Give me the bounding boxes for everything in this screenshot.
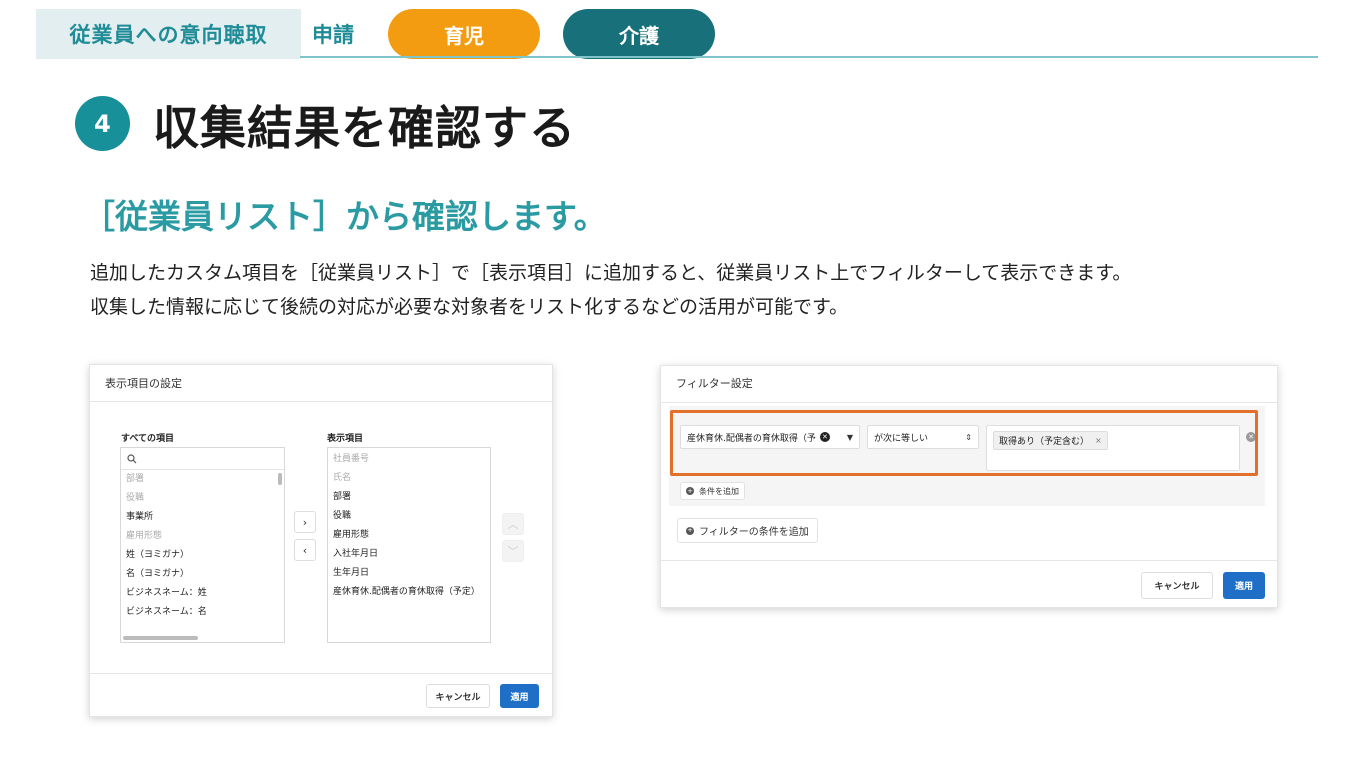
step-number-badge: 4	[75, 96, 130, 151]
all-items-label: すべての項目	[121, 434, 175, 444]
list-item[interactable]: 氏名	[328, 469, 490, 488]
tab-ikuji[interactable]: 育児	[388, 9, 540, 59]
vertical-scrollbar[interactable]	[278, 473, 282, 485]
move-up-button[interactable]: ︿	[502, 513, 524, 535]
plus-icon: +	[686, 486, 694, 495]
step-title: 収集結果を確認する	[153, 101, 576, 155]
header-divider	[300, 56, 1318, 58]
shown-items-list[interactable]: 社員番号 氏名 部署 役職 雇用形態 入社年月日 生年月日 産休育休.配偶者の育…	[327, 447, 491, 643]
all-items-list[interactable]: 部署 役職 事業所 雇用形態 姓（ヨミガナ） 名（ヨミガナ） ビジネスネーム：姓…	[120, 447, 285, 643]
list-item[interactable]: 産休育休.配偶者の育休取得（予定）	[328, 583, 490, 602]
list-item[interactable]: 役職	[121, 489, 284, 508]
dialog-title: フィルター設定	[676, 377, 753, 390]
divider	[90, 401, 552, 402]
cancel-button[interactable]: キャンセル	[1141, 572, 1213, 599]
list-item[interactable]: 名（ヨミガナ）	[121, 565, 284, 584]
list-item[interactable]: 姓（ヨミガナ）	[121, 546, 284, 565]
list-item[interactable]: 部署	[328, 488, 490, 507]
divider	[661, 402, 1277, 403]
body-text-line-1: 追加したカスタム項目を［従業員リスト］で［表示項目］に追加すると、従業員リスト上…	[90, 262, 1132, 284]
section-label: 従業員への意向聴取	[36, 9, 301, 59]
search-icon	[127, 453, 137, 463]
list-item[interactable]: 社員番号	[328, 450, 490, 469]
subheading: ［従業員リスト］から確認します。	[82, 197, 607, 236]
tab-kaigo[interactable]: 介護	[563, 9, 715, 59]
apply-button[interactable]: 適用	[500, 684, 539, 708]
move-down-button[interactable]: ﹀	[502, 540, 524, 562]
move-right-button[interactable]: ›	[294, 511, 316, 533]
move-left-button[interactable]: ‹	[294, 539, 316, 561]
divider	[661, 560, 1277, 561]
list-item[interactable]: ビジネスネーム：姓	[121, 584, 284, 603]
dialog-title: 表示項目の設定	[105, 377, 182, 390]
add-filter-condition-label: フィルターの条件を追加	[699, 527, 809, 538]
apply-button[interactable]: 適用	[1223, 572, 1265, 599]
add-condition-button[interactable]: + 条件を追加	[680, 482, 745, 500]
list-item[interactable]: 役職	[328, 507, 490, 526]
cancel-button[interactable]: キャンセル	[426, 684, 490, 708]
display-items-dialog: 表示項目の設定 すべての項目 部署 役職 事業所 雇用形態 姓（ヨミガナ） 名（…	[89, 364, 553, 717]
list-item[interactable]: 雇用形態	[328, 526, 490, 545]
add-filter-condition-button[interactable]: + フィルターの条件を追加	[677, 518, 818, 543]
plus-icon: +	[686, 526, 694, 535]
list-item[interactable]: 入社年月日	[328, 545, 490, 564]
divider	[90, 673, 552, 674]
horizontal-scrollbar[interactable]	[123, 636, 198, 640]
shown-items-label: 表示項目	[327, 434, 364, 444]
add-condition-label: 条件を追加	[699, 486, 739, 496]
list-item[interactable]: 事業所	[121, 508, 284, 527]
list-item[interactable]: 雇用形態	[121, 527, 284, 546]
list-item[interactable]: 部署	[121, 470, 284, 489]
search-input[interactable]	[121, 448, 284, 470]
list-item[interactable]: ビジネスネーム：名	[121, 603, 284, 622]
filter-settings-dialog: フィルター設定 産休育休.配偶者の育休取得（予 ✕ ▼ が次に等しい ⇕ 取得あ…	[660, 365, 1278, 608]
body-text-line-2: 収集した情報に応じて後続の対応が必要な対象者をリスト化するなどの活用が可能です。	[90, 296, 849, 318]
apply-label: 申請	[312, 23, 354, 47]
highlight-box	[670, 410, 1258, 476]
list-item[interactable]: 生年月日	[328, 564, 490, 583]
